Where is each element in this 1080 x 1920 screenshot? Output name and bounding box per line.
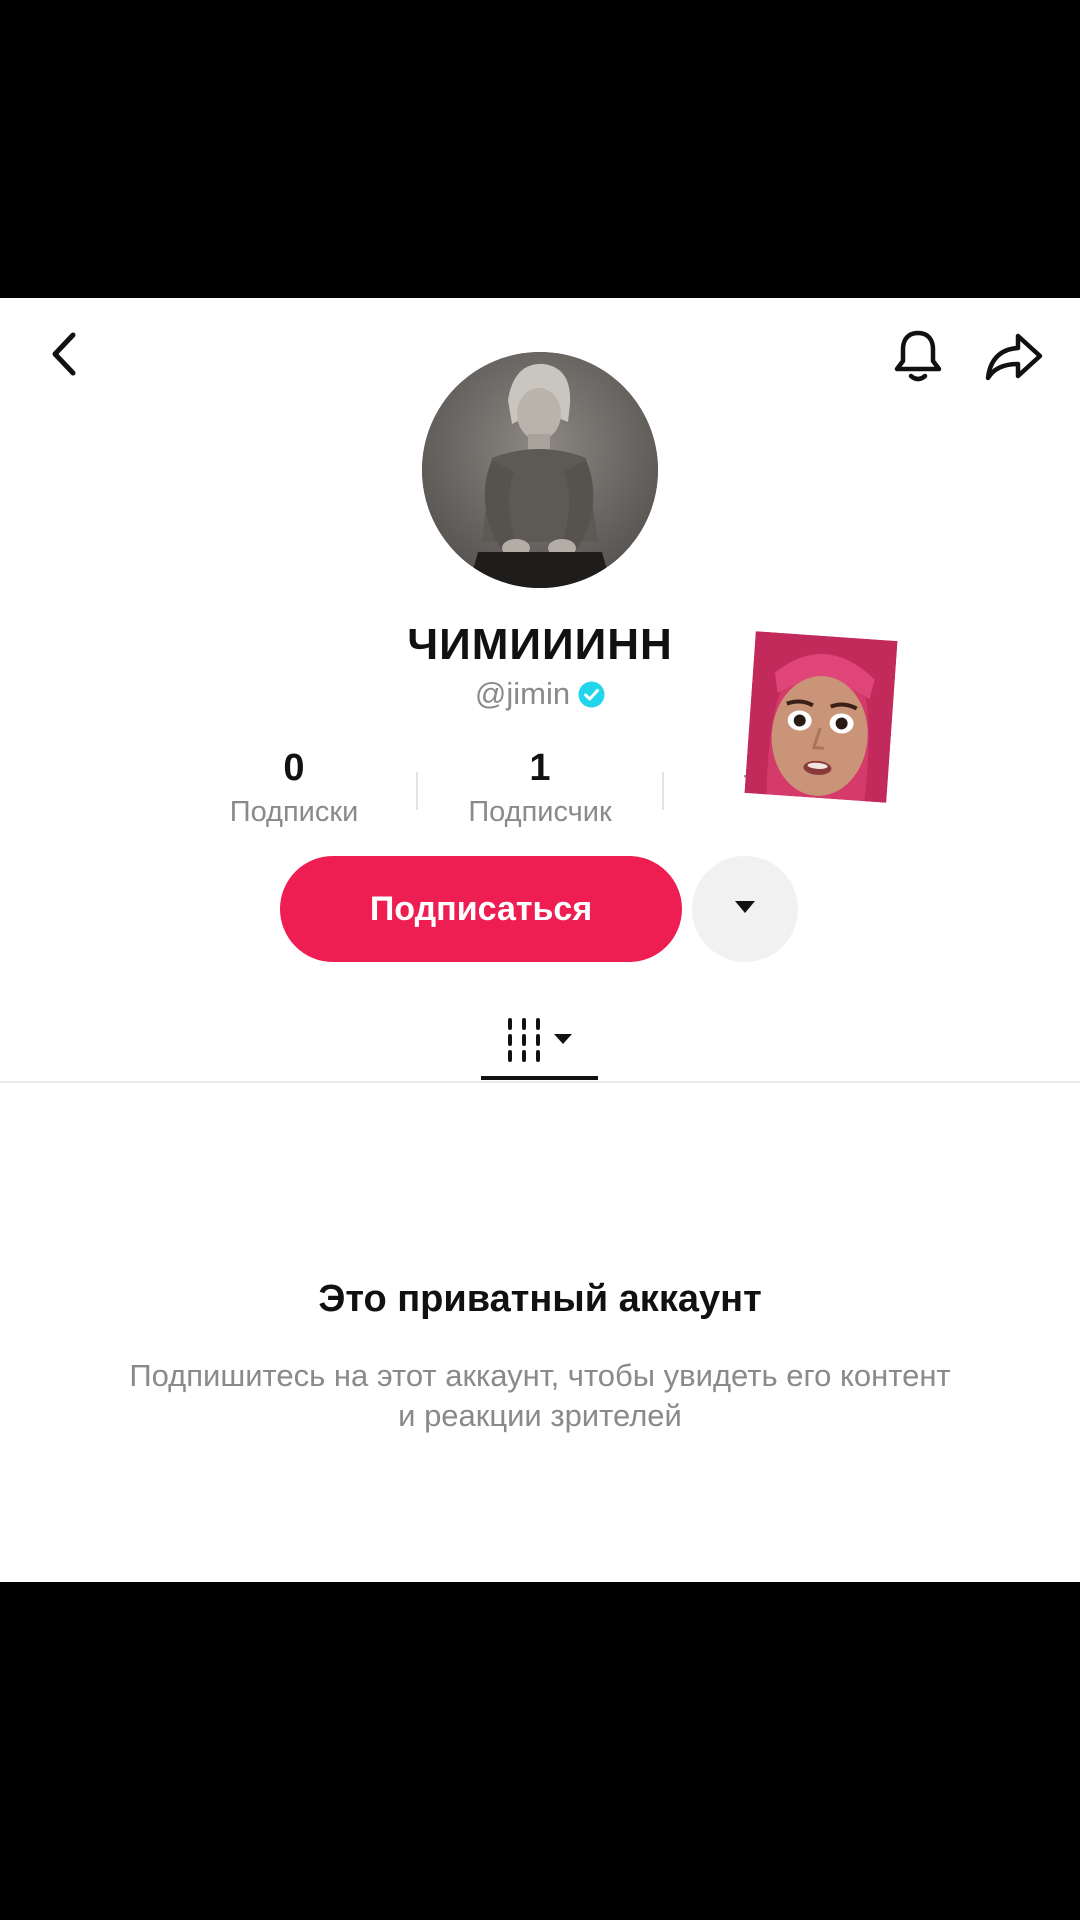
tab-videos[interactable] [482,1004,598,1080]
stat-value: 1 [529,747,551,789]
share-arrow-icon [984,330,1044,387]
chevron-left-icon [47,330,81,383]
share-button[interactable] [982,328,1046,388]
stat-label: Подписчик [468,796,612,828]
avatar[interactable] [422,352,658,588]
screen: ЧИМИИИНН @jimin 0 Подписки 1 Подписчик П… [0,0,1080,1920]
notifications-button[interactable] [888,328,948,388]
tab-bar-divider [0,1081,1080,1083]
stat-followers[interactable]: 1 Подписчик [420,746,660,832]
private-account-title: Это приватный аккаунт [318,1278,762,1320]
caret-down-icon [734,900,756,919]
stat-label: Подписки [229,796,359,828]
private-account-subtitle: Подпишитесь на этот аккаунт, чтобы увиде… [129,1358,951,1433]
display-name: ЧИМИИИНН [407,620,673,669]
stat-value: 0 [283,747,305,789]
stat-divider [416,772,418,810]
profile-panel: ЧИМИИИНН @jimin 0 Подписки 1 Подписчик П… [0,298,1080,1582]
stat-following[interactable]: 0 Подписки [174,746,414,832]
bell-icon [891,327,945,390]
face-sticker-overlay [744,631,898,803]
verified-check-icon [578,681,605,708]
back-button[interactable] [36,328,92,384]
grid-icon [502,1016,578,1069]
follow-button[interactable]: Подписаться [280,856,682,962]
tab-active-indicator [481,1076,598,1080]
more-options-button[interactable] [692,856,798,962]
username-handle: @jimin [474,676,571,711]
handle-row: @jimin [0,676,1080,712]
